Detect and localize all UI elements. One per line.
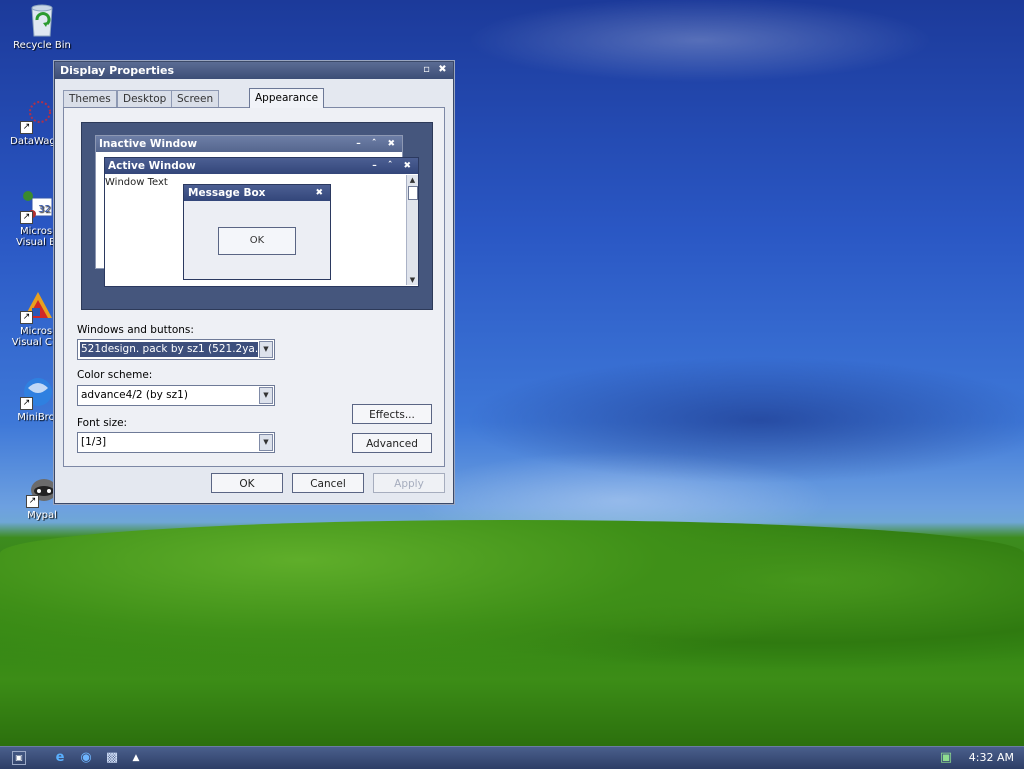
- appearance-preview: Inactive Window – ˆ ✖ Active Window – ˆ …: [81, 122, 433, 310]
- inactive-window-caption: Inactive Window – ˆ ✖: [96, 136, 402, 152]
- windows-buttons-value: 521design. pack by sz1 (521.2ya.com): [80, 342, 258, 357]
- display-properties-window[interactable]: Display Properties ▫ ✖ Themes Desktop Sc…: [54, 61, 454, 504]
- ok-button[interactable]: OK: [211, 473, 283, 493]
- active-window-title: Active Window: [108, 160, 196, 172]
- shortcut-arrow-icon: ↗: [20, 121, 33, 134]
- window-title: Display Properties: [60, 64, 175, 77]
- tab-themes[interactable]: Themes: [63, 90, 117, 107]
- scroll-down-icon: ▼: [409, 276, 416, 284]
- font-size-select[interactable]: [1/3] ▼: [77, 432, 275, 453]
- cancel-button[interactable]: Cancel: [292, 473, 364, 493]
- wallpaper-hills: [0, 520, 1024, 748]
- close-icon[interactable]: ✖: [436, 64, 449, 77]
- desktop-icon-recycle-bin[interactable]: Recycle Bin: [6, 2, 78, 51]
- preview-scrollbar: ▲ ▼: [406, 175, 418, 285]
- message-box-title: Message Box: [188, 187, 266, 199]
- title-bar[interactable]: Display Properties ▫ ✖: [55, 62, 453, 79]
- datawago-icon: ↗: [18, 98, 54, 134]
- tab-appearance[interactable]: Appearance: [249, 88, 325, 108]
- windows-buttons-label: Windows and buttons:: [77, 324, 194, 336]
- shortcut-arrow-icon: ↗: [20, 397, 33, 410]
- color-scheme-select[interactable]: advance4/2 (by sz1) ▼: [77, 385, 275, 406]
- preview-message-box: Message Box ✖ OK: [183, 184, 331, 280]
- shortcut-arrow-icon: ↗: [20, 211, 33, 224]
- visual-cpp-icon: ↗: [18, 288, 54, 324]
- shortcut-arrow-icon: ↗: [20, 311, 33, 324]
- taskbar: ▣ e ◉ ▩ ▲ ▣ 4:32 AM: [0, 746, 1024, 769]
- message-box-caption: Message Box ✖: [184, 185, 330, 201]
- help-icon[interactable]: ▫: [420, 64, 433, 77]
- desktop-icon-label: Mypal: [27, 510, 57, 521]
- font-size-label: Font size:: [77, 417, 128, 429]
- scroll-up-icon: ▲: [409, 176, 416, 184]
- quicklaunch-expand-icon[interactable]: ▲: [128, 750, 144, 766]
- color-scheme-label: Color scheme:: [77, 369, 153, 381]
- taskbar-clock[interactable]: 4:32 AM: [969, 747, 1014, 769]
- close-icon: ✖: [315, 188, 327, 198]
- font-size-value: [1/3]: [81, 436, 107, 448]
- color-scheme-value: advance4/2 (by sz1): [81, 389, 188, 401]
- network-tray-icon[interactable]: ▣: [938, 750, 954, 766]
- caption-buttons-icon: – ˆ ✖: [356, 139, 399, 149]
- advanced-button[interactable]: Advanced: [352, 433, 432, 453]
- minibrowser-icon: ↗: [18, 374, 54, 410]
- inactive-window-title: Inactive Window: [99, 138, 198, 150]
- windows-buttons-select[interactable]: 521design. pack by sz1 (521.2ya.com) ▼: [77, 339, 275, 360]
- tab-desktop[interactable]: Desktop: [117, 90, 173, 107]
- apply-button[interactable]: Apply: [373, 473, 445, 493]
- minibrowser-quicklaunch-icon[interactable]: ◉: [78, 750, 94, 766]
- tab-screen-saver[interactable]: Screen Saver: [171, 90, 220, 121]
- svg-text:32: 32: [38, 204, 51, 215]
- chevron-down-icon[interactable]: ▼: [259, 434, 273, 451]
- preview-active-window: Active Window – ˆ ✖ Window Text ▲ ▼ Mess…: [104, 157, 419, 287]
- chevron-down-icon[interactable]: ▼: [259, 341, 273, 358]
- desktop-icon-label: Recycle Bin: [13, 40, 71, 51]
- shortcut-arrow-icon: ↗: [26, 495, 39, 508]
- message-box-ok-button: OK: [218, 227, 296, 255]
- effects-button[interactable]: Effects...: [352, 404, 432, 424]
- recycle-bin-icon: [24, 2, 60, 38]
- show-desktop-quicklaunch-icon[interactable]: ▩: [104, 750, 120, 766]
- window-text-sample: Window Text: [105, 177, 168, 188]
- system-tray: ▣ 4:32 AM: [938, 747, 1024, 769]
- chevron-down-icon[interactable]: ▼: [259, 387, 273, 404]
- active-window-caption: Active Window – ˆ ✖: [105, 158, 418, 174]
- caption-buttons-icon: – ˆ ✖: [372, 161, 415, 171]
- appearance-panel: Inactive Window – ˆ ✖ Active Window – ˆ …: [63, 107, 445, 467]
- show-desktop-icon[interactable]: ▣: [12, 751, 26, 765]
- scroll-thumb: [408, 186, 418, 200]
- internet-explorer-icon[interactable]: e: [52, 750, 68, 766]
- visual-basic-icon: 32 ↗: [18, 188, 54, 224]
